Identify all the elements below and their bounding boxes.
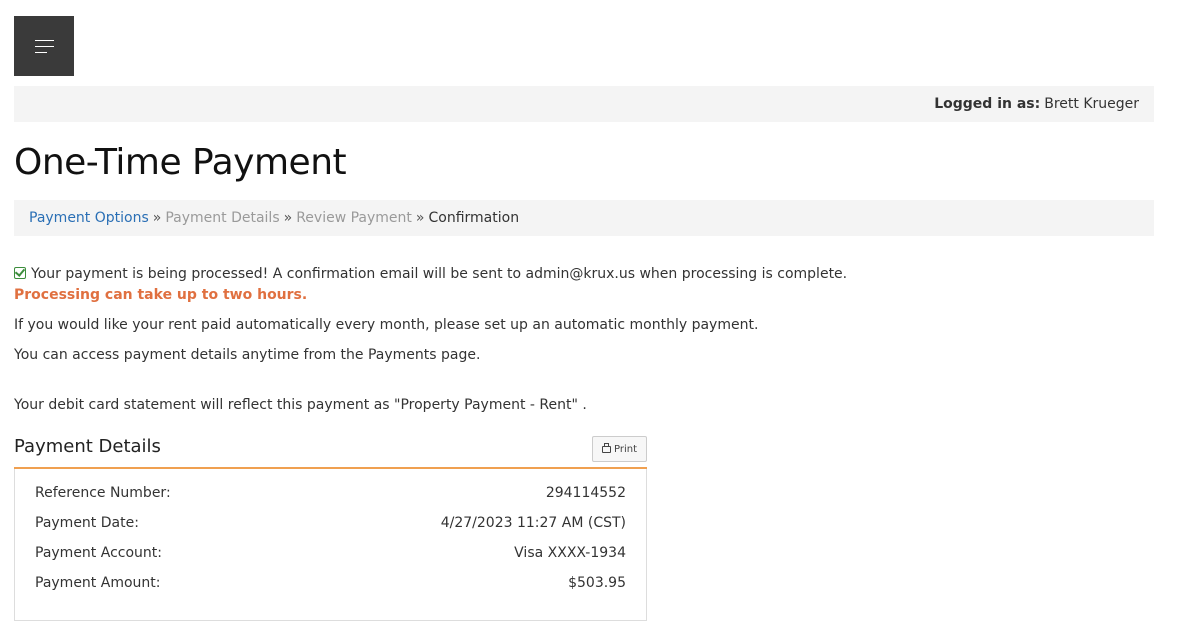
detail-label: Payment Date:	[35, 515, 139, 531]
printer-icon	[601, 442, 611, 453]
statement-message: Your debit card statement will reflect t…	[14, 397, 587, 413]
print-label: Print	[613, 443, 637, 455]
processing-time-warning: Processing can take up to two hours.	[14, 287, 308, 303]
processing-text: Your payment is being processed! A confi…	[31, 266, 848, 282]
login-bar: Logged in as: Brett Krueger	[14, 86, 1154, 122]
autopay-message: If you would like your rent paid automat…	[14, 317, 759, 333]
print-button[interactable]: Print	[592, 436, 647, 462]
detail-value: 294114552	[545, 485, 626, 501]
payment-details-title: Payment Details	[14, 436, 161, 457]
check-square-icon	[14, 267, 26, 279]
detail-label: Payment Amount:	[35, 575, 161, 591]
breadcrumb-payment-options[interactable]: Payment Options	[29, 210, 149, 226]
breadcrumb: Payment Options » Payment Details » Revi…	[14, 200, 1154, 236]
breadcrumb-separator: »	[152, 210, 162, 226]
detail-label: Payment Account:	[35, 545, 162, 561]
detail-label: Reference Number:	[35, 485, 171, 501]
breadcrumb-separator: »	[415, 210, 425, 226]
detail-row-account: Payment Account: Visa XXXX-1934	[35, 545, 626, 565]
breadcrumb-payment-details: Payment Details	[165, 210, 280, 226]
access-message: You can access payment details anytime f…	[14, 347, 481, 363]
breadcrumb-review-payment: Review Payment	[296, 210, 412, 226]
detail-value: $503.95	[568, 575, 626, 591]
processing-message: Your payment is being processed! A confi…	[14, 266, 847, 282]
payment-details-panel: Reference Number: 294114552 Payment Date…	[14, 469, 647, 621]
breadcrumb-separator: »	[283, 210, 293, 226]
detail-row-date: Payment Date: 4/27/2023 11:27 AM (CST)	[35, 515, 626, 535]
detail-row-reference: Reference Number: 294114552	[35, 485, 626, 505]
detail-row-amount: Payment Amount: $503.95	[35, 575, 626, 595]
logged-in-label: Logged in as:	[934, 96, 1041, 112]
user-name: Brett Krueger	[1044, 96, 1139, 112]
hamburger-menu-icon	[34, 39, 54, 53]
detail-value: 4/27/2023 11:27 AM (CST)	[440, 515, 626, 531]
detail-value: Visa XXXX-1934	[514, 545, 626, 561]
page-title: One-Time Payment	[14, 142, 347, 183]
breadcrumb-confirmation: Confirmation	[428, 210, 520, 226]
menu-button[interactable]	[14, 16, 74, 76]
